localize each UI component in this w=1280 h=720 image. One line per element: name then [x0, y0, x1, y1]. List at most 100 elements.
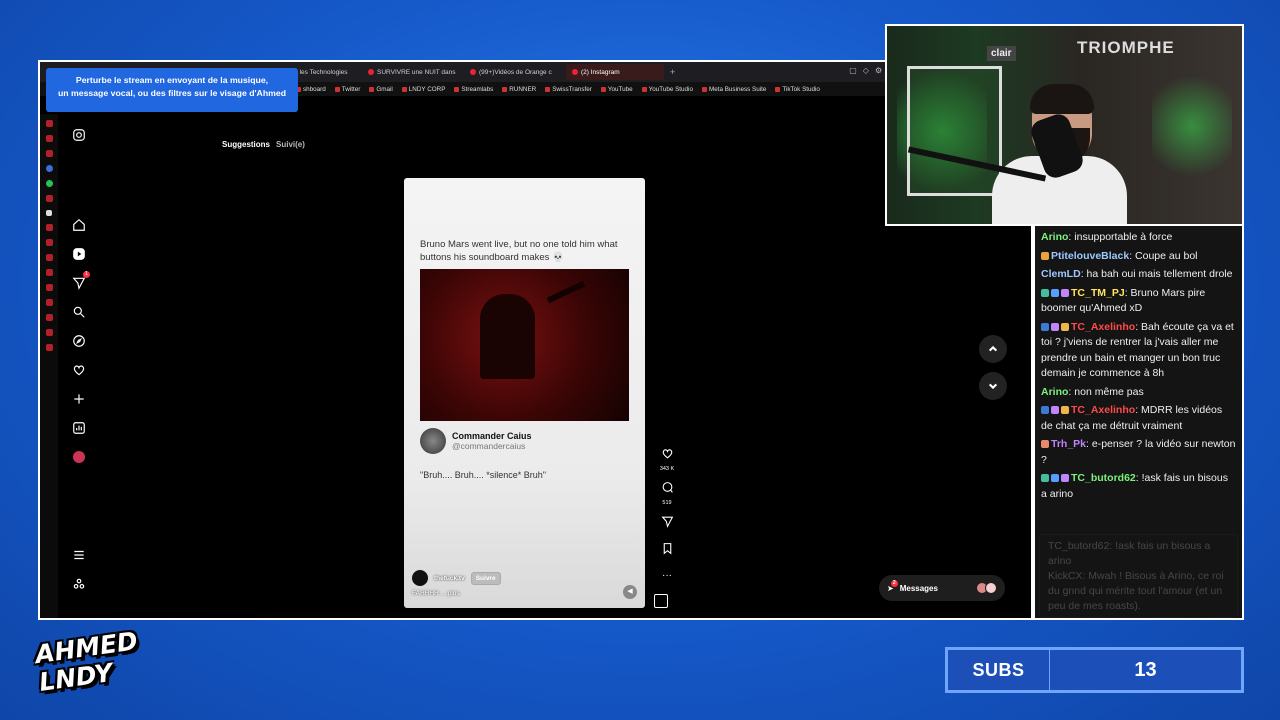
bookmark-label: Gmail	[376, 85, 393, 93]
webcam: clair TRIOMPHE	[885, 24, 1244, 226]
chevron-down-icon	[988, 383, 998, 390]
extension-icon[interactable]: ▢	[849, 66, 857, 75]
search-icon[interactable]	[70, 303, 88, 321]
bookmark-favicon-icon	[369, 86, 375, 92]
sidebar-app-icon[interactable]	[45, 239, 53, 246]
more-icon[interactable]: ···	[662, 569, 672, 582]
chat-faded-message: TC_butord62: !ask fais un bisous a arino…	[1039, 534, 1238, 618]
next-reel-button[interactable]	[979, 372, 1007, 400]
tab-suggestions[interactable]: Suggestions	[222, 140, 270, 149]
instagram-app-icon[interactable]	[45, 195, 53, 202]
reel-video[interactable]	[420, 269, 629, 421]
profile-avatar[interactable]	[70, 448, 88, 466]
chat-username[interactable]: Trh_Pk	[1051, 438, 1086, 450]
bookmark-label: Meta Business Suite	[708, 85, 767, 93]
tab-following[interactable]: Suivi(e)	[276, 140, 305, 149]
like-count: 343 K	[659, 466, 675, 472]
channel-logo: AHMED LNDY	[33, 626, 139, 711]
bookmark-item[interactable]: Streamlabs	[454, 86, 493, 93]
sidebar-app-icon[interactable]	[45, 269, 53, 276]
sidebar-app-icon[interactable]	[45, 314, 53, 321]
reel-footer: thefuck.tv Suivre	[412, 570, 501, 586]
bookmark-item[interactable]: TikTok Studio	[775, 86, 820, 93]
new-tab-button[interactable]: +	[670, 67, 675, 77]
like-icon[interactable]	[661, 447, 674, 462]
account-avatar[interactable]	[412, 570, 428, 586]
sidebar-app-icon[interactable]	[45, 299, 53, 306]
messenger-icon[interactable]	[45, 165, 53, 172]
chat-username[interactable]: TC_Axelinho	[1071, 404, 1135, 416]
sidebar-app-icon[interactable]	[45, 150, 53, 157]
create-icon[interactable]	[70, 390, 88, 408]
chat-panel: Arino: insupportable à force PtitelouveBl…	[1033, 226, 1244, 620]
mute-icon[interactable]: ◀	[623, 585, 637, 599]
chat-message: TC_TM_PJ: Bruno Mars pire boomer qu'Ahme…	[1041, 286, 1236, 317]
audio-thumbnail[interactable]	[654, 594, 668, 608]
webcam-brand: clair	[987, 46, 1016, 61]
subs-value: 13	[1134, 658, 1157, 681]
messages-badge: 2	[890, 579, 898, 587]
sidebar-app-icon[interactable]	[45, 329, 53, 336]
bookmark-item[interactable]: Meta Business Suite	[701, 85, 767, 93]
browser-tab[interactable]: SURVIVRE une NUIT dans	[362, 64, 460, 80]
chat-message: Arino: insupportable à force	[1041, 230, 1236, 246]
sidebar-app-icon[interactable]	[45, 135, 53, 142]
bookmark-label: shboard	[303, 85, 326, 93]
x-icon[interactable]	[46, 210, 52, 216]
account-name[interactable]: thefuck.tv	[434, 575, 465, 582]
sidebar-app-icon[interactable]	[45, 254, 53, 261]
reel-card[interactable]: Bruno Mars went live, but no one told hi…	[404, 178, 645, 608]
messages-button[interactable]: ➤ 2 Messages	[879, 575, 1005, 601]
share-icon[interactable]	[660, 515, 674, 530]
sidebar-app-icon[interactable]	[45, 224, 53, 231]
chat-username[interactable]: Arino	[1041, 231, 1068, 243]
settings-icon[interactable]: ⚙	[875, 66, 882, 75]
sidebar-app-icon[interactable]	[45, 344, 53, 351]
chat-username[interactable]: Arino	[1041, 386, 1068, 398]
home-icon[interactable]	[70, 216, 88, 234]
menu-icon[interactable]	[70, 546, 88, 564]
bookmark-item[interactable]: YouTube	[600, 86, 633, 93]
chat-username[interactable]: PtitelouveBlack	[1051, 250, 1129, 262]
chevron-up-icon	[988, 345, 998, 352]
browser-tab[interactable]: (2) Instagram	[566, 64, 664, 80]
reel-caption: Bruno Mars went live, but no one told hi…	[420, 239, 618, 263]
sidebar-app-icon[interactable]	[45, 284, 53, 291]
tab-label: SURVIVRE une NUIT dans	[377, 68, 456, 76]
chat-username: TC_butord62	[1048, 540, 1110, 552]
chat-message: PtitelouveBlack: Coupe au bol	[1041, 249, 1236, 265]
browser-tab[interactable]: (99+)Vidéos de Orange c	[464, 64, 562, 80]
save-icon[interactable]	[661, 542, 674, 557]
bookmark-favicon-icon	[502, 86, 508, 92]
chat-username[interactable]: TC_butord62	[1071, 472, 1136, 484]
chat-username[interactable]: TC_TM_PJ	[1071, 287, 1125, 299]
bookmark-item[interactable]: shboard	[296, 86, 326, 93]
heart-icon[interactable]	[70, 361, 88, 379]
dashboard-icon[interactable]	[70, 419, 88, 437]
previous-reel-button[interactable]	[979, 335, 1007, 363]
bookmark-item[interactable]: SwissTransfer	[545, 86, 592, 93]
bookmark-item[interactable]: Gmail	[369, 85, 393, 93]
bookmark-item[interactable]: Twitter	[334, 86, 360, 93]
reels-icon[interactable]	[70, 245, 88, 263]
comment-icon[interactable]	[661, 481, 674, 496]
direct-icon[interactable]: 1	[70, 271, 90, 292]
bookmark-item[interactable]: RUNNER	[502, 86, 536, 93]
chat-username[interactable]: ClemLD	[1041, 268, 1081, 280]
meta-icon[interactable]	[70, 575, 88, 593]
bookmark-item[interactable]: LNDY CORP	[401, 86, 445, 93]
subs-counter: SUBS 13	[945, 647, 1244, 693]
bookmark-favicon-icon	[334, 86, 340, 92]
chat-username[interactable]: TC_Axelinho	[1071, 321, 1135, 333]
instagram-logo-icon[interactable]	[70, 126, 88, 144]
explore-icon[interactable]	[70, 332, 88, 350]
comment-count: 519	[662, 500, 672, 506]
reel-audio-caption[interactable]: FAHHHH ... plus	[412, 590, 460, 597]
promo-line-2: un message vocal, ou des filtres sur le …	[57, 88, 287, 98]
shield-icon[interactable]: ◇	[863, 66, 869, 75]
author-name: Commander Caius	[452, 431, 532, 441]
sidebar-app-icon[interactable]	[45, 120, 53, 127]
follow-button[interactable]: Suivre	[470, 571, 501, 585]
bookmark-item[interactable]: YouTube Studio	[641, 86, 693, 93]
whatsapp-icon[interactable]	[45, 180, 53, 187]
